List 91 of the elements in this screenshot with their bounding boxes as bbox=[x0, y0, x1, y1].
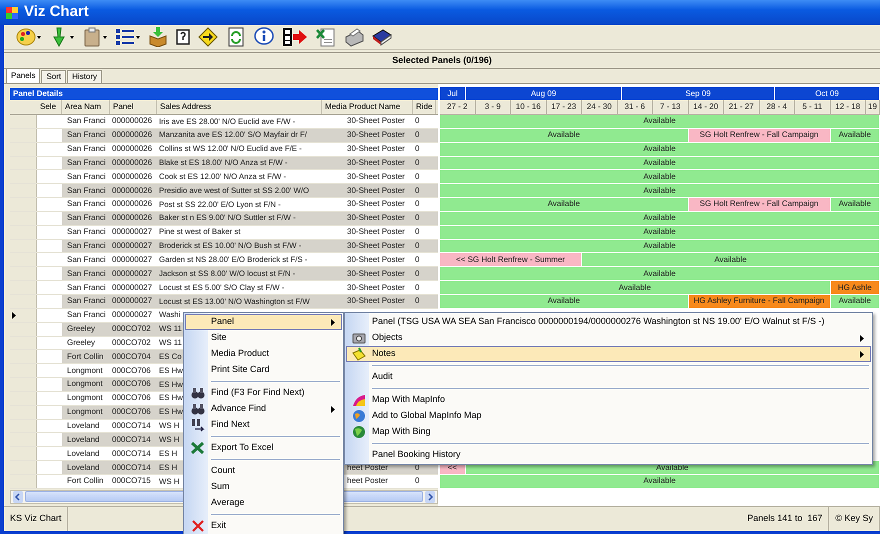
table-cell: 000CO706 bbox=[112, 392, 151, 404]
table-cell: Longmont bbox=[67, 392, 103, 404]
table-cell: Greeley bbox=[67, 323, 96, 336]
table-cell: 000000026 bbox=[112, 129, 152, 142]
table-cell: 000000026 bbox=[112, 115, 152, 128]
table-cell: 000000026 bbox=[112, 198, 152, 210]
table-cell: 000CO714 bbox=[112, 462, 151, 474]
table-cell: 0 bbox=[415, 198, 420, 210]
table-cell: heet Poster bbox=[347, 462, 388, 474]
table-cell: 000CO702 bbox=[112, 323, 151, 336]
table-cell: Fort Collin bbox=[67, 350, 104, 363]
selection-header: Selected Panels (0/196) bbox=[4, 52, 880, 69]
table-cell: 0 bbox=[415, 129, 420, 142]
table-cell: 000CO715 bbox=[112, 475, 151, 488]
table-cell: Fort Collin bbox=[67, 475, 104, 488]
table-cell: 0 bbox=[415, 475, 420, 488]
table-cell: 000000027 bbox=[112, 268, 152, 280]
table-cell: 0 bbox=[415, 212, 420, 224]
table-cell: 000CO714 bbox=[112, 420, 151, 432]
table-cell: 000CO702 bbox=[112, 336, 151, 349]
table-cell: 000000027 bbox=[112, 240, 152, 252]
table-cell: 000CO704 bbox=[112, 350, 151, 363]
table-cell: San Franci bbox=[67, 184, 106, 197]
table-cell: 30-Sheet Poster bbox=[347, 129, 405, 142]
table-cell: 30-Sheet Poster bbox=[347, 254, 405, 266]
table-cell: 000000027 bbox=[112, 254, 152, 266]
table-cell: San Franci bbox=[67, 282, 106, 294]
status-pane: KS Viz Chart bbox=[4, 507, 68, 531]
table-cell: 0 bbox=[415, 240, 420, 252]
table-cell: Longmont bbox=[67, 406, 103, 418]
table-cell: 000CO706 bbox=[112, 364, 151, 377]
table-cell: San Franci bbox=[67, 212, 106, 224]
table-cell: Longmont bbox=[67, 378, 103, 390]
table-cell: 30-Sheet Poster bbox=[347, 268, 405, 280]
table-cell: 000000026 bbox=[112, 170, 152, 183]
table-cell: 30-Sheet Poster bbox=[347, 156, 405, 169]
table-cell: Loveland bbox=[67, 448, 100, 460]
table-cell: 0 bbox=[415, 143, 420, 156]
table-cell: Loveland bbox=[67, 434, 100, 446]
table-cell: 30-Sheet Poster bbox=[347, 115, 405, 128]
table-cell: San Franci bbox=[67, 295, 106, 308]
table-cell: 000000027 bbox=[112, 309, 152, 322]
table-cell: 30-Sheet Poster bbox=[347, 240, 405, 252]
table-cell: 000CO706 bbox=[112, 406, 151, 418]
table-cell: 000000027 bbox=[112, 295, 152, 308]
table-cell: 0 bbox=[415, 254, 420, 266]
table-cell: 0 bbox=[415, 184, 420, 197]
window-title: Viz Chart bbox=[24, 2, 89, 22]
table-cell: 000000026 bbox=[112, 184, 152, 197]
table-cell: 0 bbox=[415, 268, 420, 280]
table-cell: Greeley bbox=[67, 336, 96, 349]
table-cell: 30-Sheet Poster bbox=[347, 170, 405, 183]
table-cell: 000000027 bbox=[112, 282, 152, 294]
table-cell: 30-Sheet Poster bbox=[347, 143, 405, 156]
table-cell: San Franci bbox=[67, 198, 106, 210]
table-cell: San Franci bbox=[67, 170, 106, 183]
table-cell: San Franci bbox=[67, 115, 106, 128]
table-cell: 0 bbox=[415, 295, 420, 308]
table-cell: San Franci bbox=[67, 129, 106, 142]
table-cell: 30-Sheet Poster bbox=[347, 295, 405, 308]
table-cell: 000CO706 bbox=[112, 378, 151, 390]
table-cell: Longmont bbox=[67, 364, 103, 377]
table-cell: 30-Sheet Poster bbox=[347, 212, 405, 224]
table-cell: 0 bbox=[415, 156, 420, 169]
table-cell: 000000026 bbox=[112, 143, 152, 156]
table-cell: San Franci bbox=[67, 143, 106, 156]
table-cell: 0 bbox=[415, 226, 420, 238]
table-cell: San Franci bbox=[67, 240, 106, 252]
table-cell: heet Poster bbox=[347, 475, 388, 488]
table-cell: 30-Sheet Poster bbox=[347, 226, 405, 238]
status-pane: © Key Sy bbox=[829, 507, 880, 531]
table-cell: San Franci bbox=[67, 254, 106, 266]
table-cell: 30-Sheet Poster bbox=[347, 282, 405, 294]
table-cell: San Franci bbox=[67, 268, 106, 280]
table-cell: 000000026 bbox=[112, 156, 152, 169]
table-cell: 30-Sheet Poster bbox=[347, 198, 405, 210]
table-cell: 0 bbox=[415, 282, 420, 294]
table-cell: 0 bbox=[415, 115, 420, 128]
table-cell: San Franci bbox=[67, 309, 106, 322]
status-pane: Panels 141 to 167 bbox=[741, 507, 830, 531]
table-cell: San Franci bbox=[67, 226, 106, 238]
table-cell: 000000026 bbox=[112, 212, 152, 224]
panel-title-bar: Panel Details bbox=[10, 88, 438, 100]
table-cell: 000000027 bbox=[112, 226, 152, 238]
table-cell: 30-Sheet Poster bbox=[347, 184, 405, 197]
table-cell: 000CO714 bbox=[112, 434, 151, 446]
table-cell: Loveland bbox=[67, 420, 100, 432]
table-cell: Loveland bbox=[67, 462, 100, 474]
table-cell: 0 bbox=[415, 170, 420, 183]
table-cell: 000CO714 bbox=[112, 448, 151, 460]
table-cell: San Franci bbox=[67, 156, 106, 169]
